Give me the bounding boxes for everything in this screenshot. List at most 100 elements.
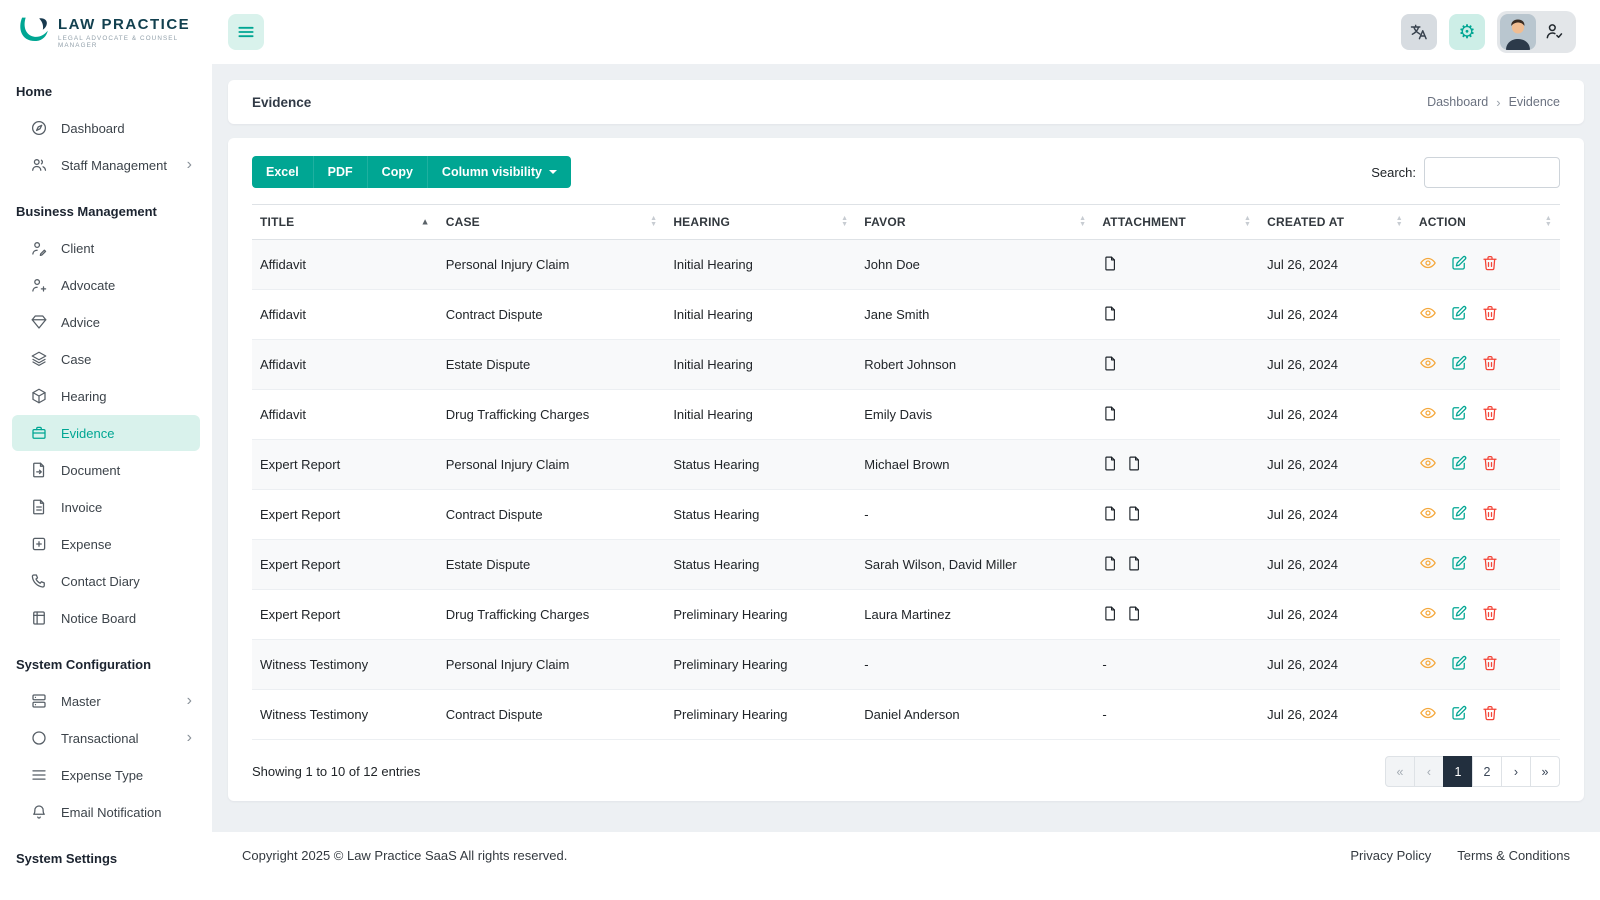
- settings-gear-button[interactable]: ⚙: [1449, 14, 1485, 50]
- edit-button[interactable]: [1450, 304, 1468, 322]
- cell-title: Affidavit: [252, 240, 438, 290]
- terms-conditions-link[interactable]: Terms & Conditions: [1457, 848, 1570, 863]
- edit-button[interactable]: [1450, 454, 1468, 472]
- column-header-action[interactable]: ACTION▲▼: [1411, 205, 1560, 240]
- edit-button[interactable]: [1450, 604, 1468, 622]
- edit-button[interactable]: [1450, 254, 1468, 272]
- advocate-icon: [30, 276, 48, 294]
- sidebar-item-notice-board[interactable]: Notice Board: [12, 600, 200, 636]
- sidebar-item-contact-diary[interactable]: Contact Diary: [12, 563, 200, 599]
- hamburger-menu-button[interactable]: [228, 14, 264, 50]
- toolbar-button-excel[interactable]: Excel: [252, 156, 313, 188]
- attachment-file-icon[interactable]: [1102, 455, 1119, 472]
- view-button[interactable]: [1419, 254, 1437, 272]
- sidebar-item-label: Dashboard: [61, 121, 125, 136]
- cell-title: Expert Report: [252, 440, 438, 490]
- app-root: LAW PRACTICE LEGAL ADVOCATE & COUNSEL MA…: [0, 0, 1600, 900]
- attachment-file-icon[interactable]: [1126, 605, 1143, 622]
- view-button[interactable]: [1419, 554, 1437, 572]
- privacy-policy-link[interactable]: Privacy Policy: [1350, 848, 1431, 863]
- pagination-last[interactable]: »: [1530, 756, 1560, 787]
- cell-case: Personal Injury Claim: [438, 440, 666, 490]
- view-button[interactable]: [1419, 704, 1437, 722]
- sidebar-item-dashboard[interactable]: Dashboard: [12, 110, 200, 146]
- sidebar-item-email-notification[interactable]: Email Notification: [12, 794, 200, 830]
- column-header-title[interactable]: TITLE▲: [252, 205, 438, 240]
- attachment-file-icon[interactable]: [1102, 605, 1119, 622]
- attachment-file-icon[interactable]: [1102, 305, 1119, 322]
- sidebar-item-document[interactable]: Document: [12, 452, 200, 488]
- delete-button[interactable]: [1481, 504, 1499, 522]
- view-button[interactable]: [1419, 654, 1437, 672]
- sidebar-item-master[interactable]: Master›: [12, 683, 200, 719]
- toolbar-button-pdf[interactable]: PDF: [313, 156, 367, 188]
- attachment-file-icon[interactable]: [1126, 505, 1143, 522]
- view-button[interactable]: [1419, 604, 1437, 622]
- edit-button[interactable]: [1450, 404, 1468, 422]
- pagination-page-1[interactable]: 1: [1443, 756, 1473, 787]
- pagination-page-2[interactable]: 2: [1472, 756, 1502, 787]
- delete-button[interactable]: [1481, 554, 1499, 572]
- attachment-file-icon[interactable]: [1102, 505, 1119, 522]
- cell-favor: Laura Martinez: [856, 590, 1094, 640]
- attachment-file-icon[interactable]: [1102, 555, 1119, 572]
- view-button[interactable]: [1419, 304, 1437, 322]
- sidebar-item-expense[interactable]: Expense: [12, 526, 200, 562]
- cell-attachment: -: [1094, 640, 1259, 690]
- attachment-file-icon[interactable]: [1126, 455, 1143, 472]
- cell-attachment: -: [1094, 690, 1259, 740]
- edit-button[interactable]: [1450, 704, 1468, 722]
- sidebar-item-client[interactable]: Client: [12, 230, 200, 266]
- column-header-attachment[interactable]: ATTACHMENT▲▼: [1094, 205, 1259, 240]
- view-button[interactable]: [1419, 454, 1437, 472]
- column-header-case[interactable]: CASE▲▼: [438, 205, 666, 240]
- edit-button[interactable]: [1450, 504, 1468, 522]
- delete-button[interactable]: [1481, 704, 1499, 722]
- view-button[interactable]: [1419, 404, 1437, 422]
- delete-button[interactable]: [1481, 604, 1499, 622]
- sidebar-item-label: Expense Type: [61, 768, 143, 783]
- attachment-file-icon[interactable]: [1126, 555, 1143, 572]
- pagination-next[interactable]: ›: [1501, 756, 1531, 787]
- sidebar-item-case[interactable]: Case: [12, 341, 200, 377]
- sidebar-item-expense-type[interactable]: Expense Type: [12, 757, 200, 793]
- edit-button[interactable]: [1450, 654, 1468, 672]
- brand-logo[interactable]: LAW PRACTICE LEGAL ADVOCATE & COUNSEL MA…: [0, 0, 212, 64]
- profile-menu[interactable]: [1497, 11, 1576, 53]
- cell-title: Affidavit: [252, 390, 438, 440]
- column-header-favor[interactable]: FAVOR▲▼: [856, 205, 1094, 240]
- sidebar-item-transactional[interactable]: Transactional›: [12, 720, 200, 756]
- attachment-file-icon[interactable]: [1102, 255, 1119, 272]
- delete-button[interactable]: [1481, 654, 1499, 672]
- sidebar-item-label: Client: [61, 241, 94, 256]
- cell-created-at: Jul 26, 2024: [1259, 540, 1411, 590]
- user-avatar[interactable]: [1500, 14, 1536, 50]
- delete-button[interactable]: [1481, 254, 1499, 272]
- column-header-created-at[interactable]: CREATED AT▲▼: [1259, 205, 1411, 240]
- delete-button[interactable]: [1481, 304, 1499, 322]
- sidebar-item-invoice[interactable]: Invoice: [12, 489, 200, 525]
- sidebar-item-advocate[interactable]: Advocate: [12, 267, 200, 303]
- sidebar-item-label: Email Notification: [61, 805, 161, 820]
- view-button[interactable]: [1419, 354, 1437, 372]
- column-header-hearing[interactable]: HEARING▲▼: [665, 205, 856, 240]
- sidebar-item-advice[interactable]: Advice: [12, 304, 200, 340]
- edit-button[interactable]: [1450, 554, 1468, 572]
- toolbar-button-copy[interactable]: Copy: [367, 156, 427, 188]
- delete-button[interactable]: [1481, 404, 1499, 422]
- search-input[interactable]: [1424, 157, 1560, 188]
- cell-favor: -: [856, 640, 1094, 690]
- delete-button[interactable]: [1481, 454, 1499, 472]
- sidebar-item-hearing[interactable]: Hearing: [12, 378, 200, 414]
- attachment-file-icon[interactable]: [1102, 355, 1119, 372]
- edit-button[interactable]: [1450, 354, 1468, 372]
- translate-button[interactable]: [1401, 14, 1437, 50]
- toolbar-button-column-visibility[interactable]: Column visibility: [427, 156, 571, 188]
- view-button[interactable]: [1419, 504, 1437, 522]
- breadcrumb-dashboard[interactable]: Dashboard: [1427, 95, 1488, 109]
- case-icon: [30, 350, 48, 368]
- delete-button[interactable]: [1481, 354, 1499, 372]
- sidebar-item-evidence[interactable]: Evidence: [12, 415, 200, 451]
- attachment-file-icon[interactable]: [1102, 405, 1119, 422]
- sidebar-item-staff-management[interactable]: Staff Management›: [12, 147, 200, 183]
